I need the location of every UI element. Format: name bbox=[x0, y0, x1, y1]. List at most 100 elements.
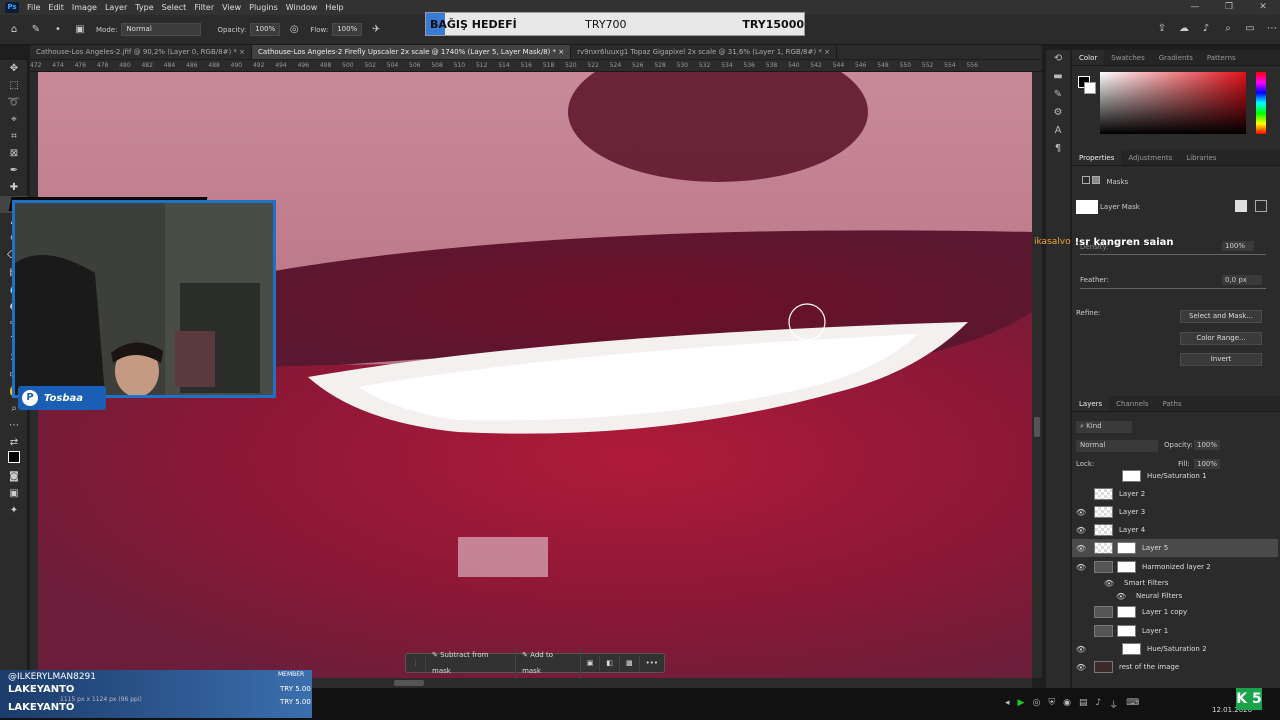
vector-mask-icon[interactable] bbox=[1092, 176, 1101, 184]
tab-doc-1[interactable]: Cathouse-Los Angeles-2.jfif @ 90,2% (Lay… bbox=[30, 45, 253, 59]
tray-app-icon[interactable]: ◎ bbox=[1032, 698, 1040, 711]
history-icon[interactable]: ⟲ bbox=[1046, 50, 1070, 68]
tab-patterns[interactable]: Patterns bbox=[1200, 50, 1243, 65]
layer-row-layer-1-copy[interactable]: Layer 1 copy bbox=[1072, 603, 1278, 621]
brush-settings-icon[interactable]: ▣ bbox=[72, 22, 88, 38]
photoshop-logo-icon[interactable]: Ps bbox=[5, 2, 19, 13]
more-icon[interactable]: ⋯ bbox=[1264, 21, 1280, 37]
swap-colors-icon[interactable]: ⇄ bbox=[0, 434, 28, 451]
menu-file[interactable]: File bbox=[23, 3, 44, 12]
layer-row-layer-5[interactable]: 👁 Layer 5 bbox=[1072, 539, 1278, 557]
layer-row-layer-2[interactable]: Layer 2 bbox=[1072, 485, 1278, 503]
tab-properties[interactable]: Properties bbox=[1072, 150, 1122, 165]
brush-size-icon[interactable]: • bbox=[50, 22, 66, 38]
tray-mic-icon[interactable]: ⏚ bbox=[1109, 698, 1118, 711]
vertical-scrollbar[interactable] bbox=[1032, 72, 1042, 678]
menu-window[interactable]: Window bbox=[282, 3, 322, 12]
tray-steam-icon[interactable]: ◉ bbox=[1063, 698, 1071, 711]
maximize-button[interactable]: ❐ bbox=[1212, 0, 1246, 15]
eye-icon[interactable]: 👁 bbox=[1072, 563, 1090, 572]
character-icon[interactable]: A bbox=[1046, 122, 1070, 140]
subtract-from-mask-button[interactable]: ✎ Subtract from mask bbox=[426, 647, 517, 679]
fill-input[interactable]: 100% bbox=[1194, 459, 1221, 469]
select-and-mask-button[interactable]: Select and Mask... bbox=[1180, 310, 1262, 323]
mask-option-icon[interactable]: ▣ bbox=[581, 655, 601, 671]
layer-row-layer-4[interactable]: 👁 Layer 4 bbox=[1072, 521, 1278, 539]
tab-channels[interactable]: Channels bbox=[1109, 396, 1155, 411]
healing-tool-icon[interactable]: ✚ bbox=[0, 179, 28, 196]
tab-color[interactable]: Color bbox=[1072, 50, 1105, 65]
layer-row-rest[interactable]: 👁 rest of the image bbox=[1072, 658, 1278, 676]
frame-tool-icon[interactable]: ⊠ bbox=[0, 145, 28, 162]
layer-row-hue-sat-2[interactable]: 👁 Hue/Saturation 2 bbox=[1072, 640, 1278, 658]
tray-network-icon[interactable]: ▤ bbox=[1079, 698, 1088, 711]
tray-lang-icon[interactable]: ⌨ bbox=[1126, 698, 1139, 711]
screen-mode-icon[interactable]: ▣ bbox=[0, 485, 28, 502]
eye-icon[interactable]: 👁 bbox=[1072, 663, 1090, 672]
drag-handle-icon[interactable]: ⋮ bbox=[406, 655, 426, 671]
more-tools-icon[interactable]: ⋯ bbox=[0, 417, 28, 434]
eye-icon[interactable]: 👁 bbox=[1072, 544, 1090, 553]
adjust-icon[interactable]: ⚙ bbox=[1046, 104, 1070, 122]
share-icon[interactable]: ⇪ bbox=[1154, 21, 1170, 37]
menu-plugins[interactable]: Plugins bbox=[245, 3, 282, 12]
tray-play-icon[interactable]: ▶ bbox=[1018, 698, 1025, 711]
pressure-opacity-icon[interactable]: ◎ bbox=[286, 22, 302, 38]
mask-disable-icon[interactable] bbox=[1255, 200, 1267, 212]
eyedropper-tool-icon[interactable]: ✒ bbox=[0, 162, 28, 179]
menu-layer[interactable]: Layer bbox=[101, 3, 131, 12]
menu-filter[interactable]: Filter bbox=[190, 3, 218, 12]
hue-slider[interactable] bbox=[1256, 72, 1266, 134]
layer-row-hue-sat-1[interactable]: Hue/Saturation 1 bbox=[1072, 469, 1278, 485]
tab-gradients[interactable]: Gradients bbox=[1152, 50, 1200, 65]
generate-icon[interactable]: ✦ bbox=[0, 502, 28, 519]
comments-icon[interactable]: ▬ bbox=[1046, 68, 1070, 86]
tab-swatches[interactable]: Swatches bbox=[1104, 50, 1151, 65]
invert-mask-icon[interactable]: ◧ bbox=[600, 655, 620, 671]
layer-row-layer-3[interactable]: 👁 Layer 3 bbox=[1072, 503, 1278, 521]
scroll-thumb[interactable] bbox=[1034, 417, 1040, 437]
density-slider[interactable] bbox=[1080, 254, 1266, 255]
tab-doc-2[interactable]: Cathouse-Los Angeles-2 Firefly Upscaler … bbox=[252, 45, 572, 59]
delete-mask-icon[interactable]: ▩ bbox=[620, 655, 640, 671]
tray-shield-icon[interactable]: ⛨ bbox=[1048, 698, 1055, 711]
eye-icon[interactable]: 👁 bbox=[1072, 645, 1090, 654]
tab-libraries[interactable]: Libraries bbox=[1179, 150, 1223, 165]
marquee-tool-icon[interactable]: ⬚ bbox=[0, 77, 28, 94]
eye-icon[interactable]: 👁 bbox=[1072, 508, 1090, 517]
paragraph-icon[interactable]: ¶ bbox=[1046, 140, 1070, 158]
menu-image[interactable]: Image bbox=[68, 3, 101, 12]
color-range-button[interactable]: Color Range... bbox=[1180, 332, 1262, 345]
tab-adjustments[interactable]: Adjustments bbox=[1121, 150, 1179, 165]
layer-opacity-input[interactable]: 100% bbox=[1194, 440, 1221, 450]
brushes-icon[interactable]: ✎ bbox=[1046, 86, 1070, 104]
more-options-icon[interactable]: ••• bbox=[640, 655, 664, 671]
minimize-button[interactable]: — bbox=[1178, 0, 1212, 15]
eye-icon[interactable]: 👁 bbox=[1112, 592, 1130, 601]
opacity-input[interactable]: 100% bbox=[250, 23, 281, 36]
menu-view[interactable]: View bbox=[218, 3, 245, 12]
search-icon[interactable]: ⌕ bbox=[1220, 21, 1236, 37]
object-select-icon[interactable]: ⌖ bbox=[0, 111, 28, 128]
tray-volume-icon[interactable]: ♪ bbox=[1095, 698, 1101, 711]
close-icon[interactable]: × bbox=[824, 48, 830, 56]
foreground-color-swatch[interactable] bbox=[0, 451, 28, 468]
feather-input[interactable]: 0,0 px bbox=[1222, 275, 1262, 285]
menu-type[interactable]: Type bbox=[131, 3, 157, 12]
mode-select[interactable]: Normal bbox=[121, 23, 202, 36]
feather-slider[interactable] bbox=[1080, 288, 1266, 289]
background-swatch[interactable] bbox=[1084, 82, 1096, 94]
notifications-icon[interactable]: ♪ bbox=[1198, 21, 1214, 37]
tab-layers[interactable]: Layers bbox=[1072, 396, 1110, 411]
invert-button[interactable]: Invert bbox=[1180, 353, 1262, 366]
tab-doc-3[interactable]: rv9nxr6luuxg1 Topaz Gigapixel 2x scale @… bbox=[571, 45, 837, 59]
mask-apply-icon[interactable] bbox=[1235, 200, 1247, 212]
color-picker-field[interactable] bbox=[1100, 72, 1246, 134]
brush-preset-icon[interactable]: ✎ bbox=[28, 22, 44, 38]
close-icon[interactable]: × bbox=[558, 48, 564, 56]
pixel-mask-icon[interactable] bbox=[1082, 176, 1090, 184]
home-icon[interactable]: ⌂ bbox=[6, 22, 22, 38]
layer-row-layer-1[interactable]: Layer 1 bbox=[1072, 622, 1278, 640]
blend-mode-select[interactable]: Normal bbox=[1076, 440, 1158, 452]
crop-tool-icon[interactable]: ⌗ bbox=[0, 128, 28, 145]
